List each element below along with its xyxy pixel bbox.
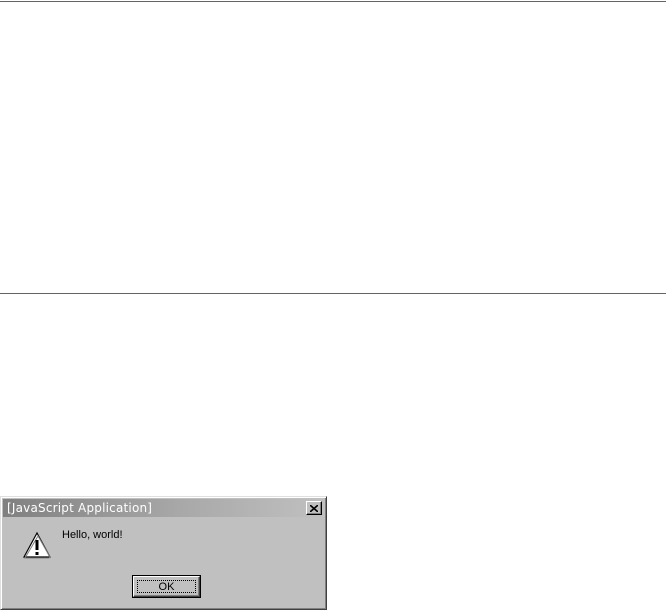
close-icon bbox=[310, 504, 318, 512]
alert-dialog: [JavaScript Application] Hello, world! O… bbox=[0, 496, 327, 610]
warning-icon bbox=[22, 531, 52, 559]
top-divider-line bbox=[0, 1, 666, 2]
ok-button-label: OK bbox=[158, 580, 175, 593]
bottom-divider-line bbox=[0, 293, 666, 294]
alert-message: Hello, world! bbox=[62, 529, 123, 541]
dialog-titlebar[interactable]: [JavaScript Application] bbox=[3, 499, 324, 517]
dialog-title: [JavaScript Application] bbox=[7, 501, 153, 515]
ok-button[interactable]: OK bbox=[132, 575, 201, 598]
close-button[interactable] bbox=[306, 501, 322, 515]
